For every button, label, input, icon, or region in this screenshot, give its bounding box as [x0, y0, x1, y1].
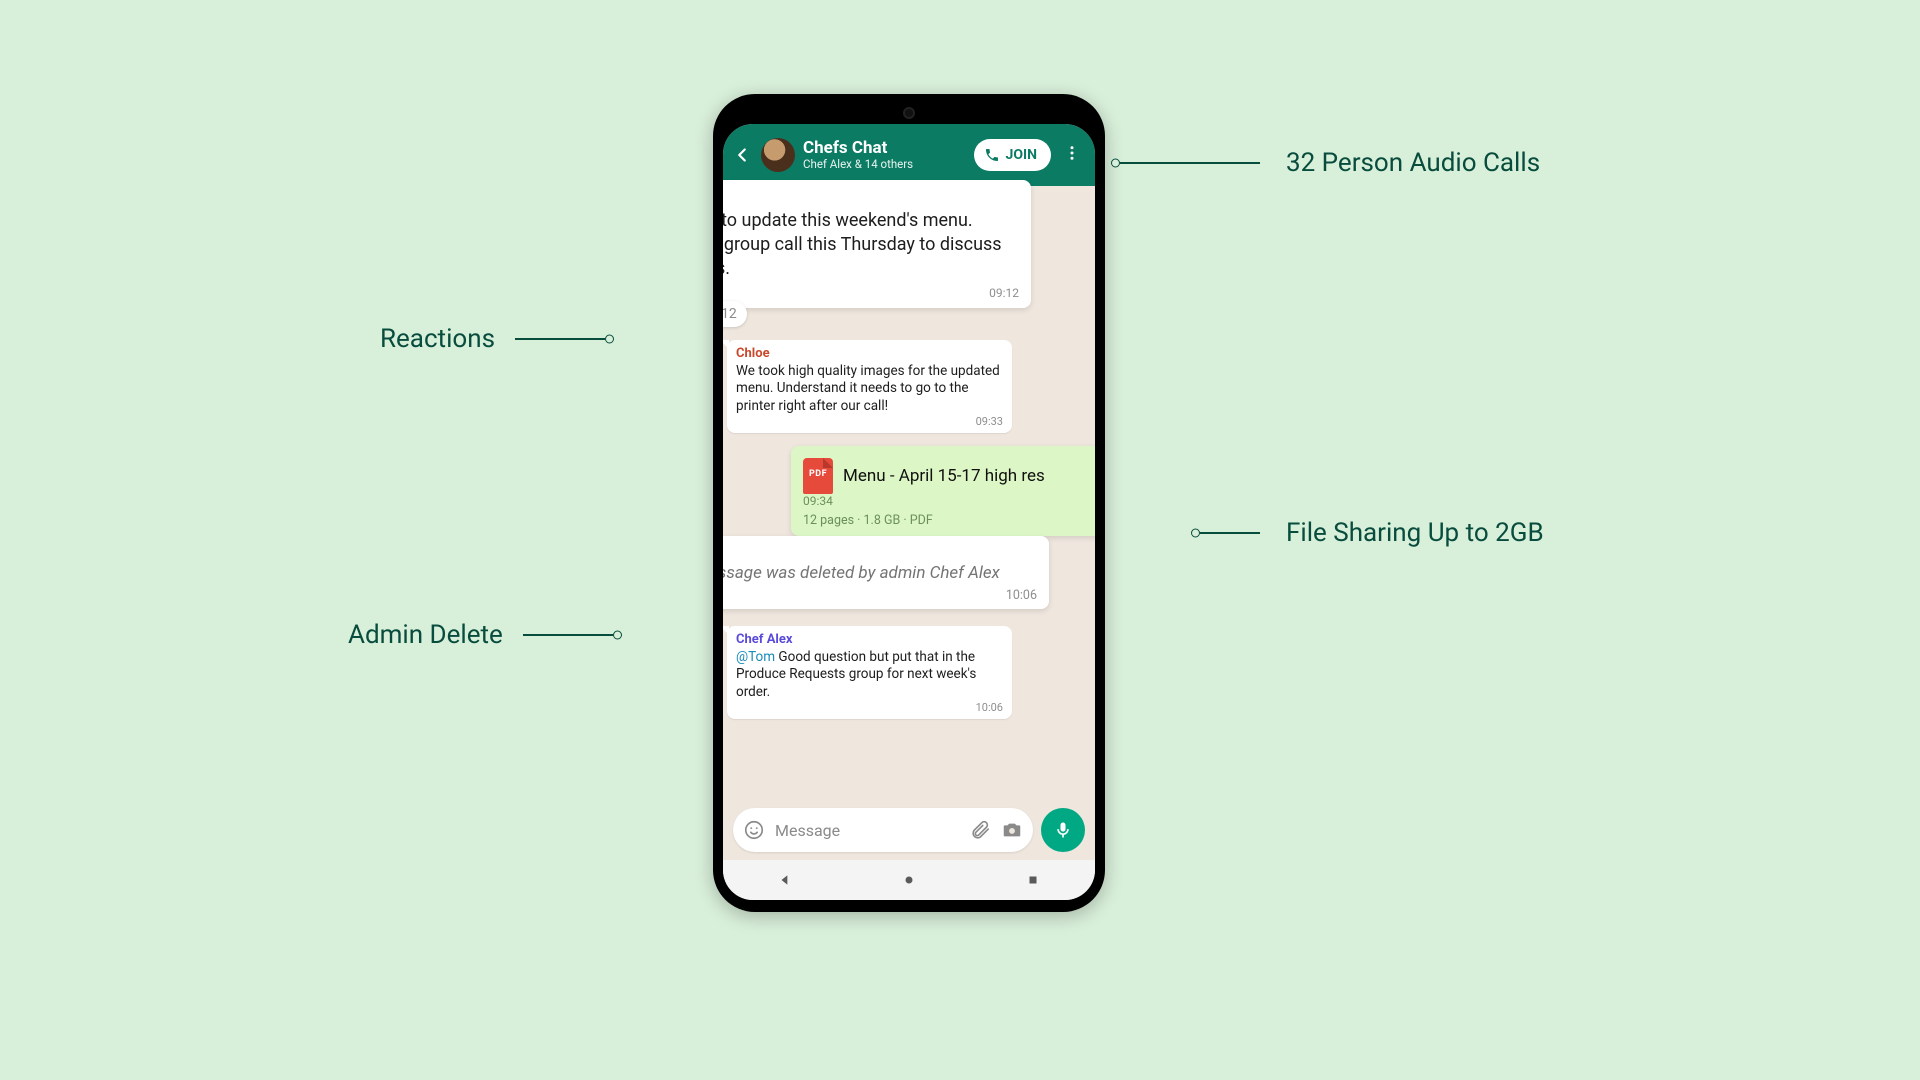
phone-icon	[984, 147, 1000, 163]
callout-file-sharing: File Sharing Up to 2GB	[1200, 518, 1544, 548]
nav-home-icon[interactable]	[902, 873, 916, 887]
message-time: 09:33	[976, 415, 1003, 428]
message-chef-alex-2[interactable]: Chef Alex @Tom Good question but put tha…	[727, 626, 1012, 719]
emoji-icon[interactable]	[743, 819, 765, 841]
message-body: @Tom Good question but put that in the P…	[736, 649, 1003, 701]
group-name: Chefs Chat	[803, 139, 966, 159]
message-sender: Tom	[723, 544, 1037, 560]
callout-line	[523, 634, 613, 636]
nav-back-icon[interactable]	[778, 873, 792, 887]
message-time: 09:12	[989, 286, 1019, 300]
callout-label: Admin Delete	[348, 620, 503, 650]
reaction-count: 12	[723, 306, 737, 322]
message-body: We took high quality images for the upda…	[736, 363, 1003, 415]
callout-line	[1120, 162, 1260, 164]
message-file-attachment[interactable]: Menu - April 15-17 high res 12 pages · 1…	[791, 446, 1095, 536]
mention[interactable]: @Tom	[736, 649, 775, 665]
callout-line	[1200, 532, 1260, 534]
callout-label: File Sharing Up to 2GB	[1286, 518, 1544, 548]
callout-label: Reactions	[380, 324, 495, 354]
more-menu-icon[interactable]	[1059, 140, 1085, 170]
deleted-text: This message was deleted by admin Chef A…	[723, 562, 1000, 584]
message-time: 09:34	[803, 494, 1095, 508]
pdf-file-icon	[803, 458, 833, 494]
message-chloe[interactable]: Chloe We took high quality images for th…	[727, 340, 1012, 433]
message-deleted[interactable]: Tom This message was deleted by admin Ch…	[723, 536, 1049, 609]
message-input-row: Message	[733, 808, 1085, 852]
message-sender: Chef Alex	[736, 632, 1003, 647]
android-nav-bar	[723, 860, 1095, 900]
nav-recent-icon[interactable]	[1026, 873, 1040, 887]
phone-frame: Chefs Chat Chef Alex & 14 others JOIN Ch…	[713, 94, 1105, 912]
message-sender: Chloe	[736, 346, 1003, 361]
file-meta: 12 pages · 1.8 GB · PDF	[803, 513, 933, 528]
callout-line	[515, 338, 605, 340]
message-input[interactable]: Message	[733, 808, 1033, 852]
message-body: Working to update this weekend's menu. E…	[723, 209, 1019, 284]
phone-screen: Chefs Chat Chef Alex & 14 others JOIN Ch…	[723, 124, 1095, 900]
attach-icon[interactable]	[969, 819, 991, 841]
callout-audio-calls: 32 Person Audio Calls	[1120, 148, 1540, 178]
message-time: 10:06	[976, 701, 1003, 714]
chat-body[interactable]: Chef Alex Working to update this weekend…	[723, 186, 1095, 818]
message-time: 10:06	[1006, 588, 1037, 603]
message-chef-alex-1[interactable]: Chef Alex Working to update this weekend…	[723, 180, 1031, 308]
header-titles[interactable]: Chefs Chat Chef Alex & 14 others	[803, 139, 966, 172]
camera-icon[interactable]	[1001, 819, 1023, 841]
microphone-icon	[1053, 820, 1073, 840]
message-reactions[interactable]: 👍 🙏 🙂 12	[723, 301, 747, 327]
voice-message-button[interactable]	[1041, 808, 1085, 852]
join-call-button[interactable]: JOIN	[974, 139, 1051, 171]
message-input-placeholder: Message	[775, 821, 959, 840]
group-avatar[interactable]	[761, 138, 795, 172]
callout-reactions: Reactions	[380, 324, 605, 354]
chat-header: Chefs Chat Chef Alex & 14 others JOIN	[723, 124, 1095, 186]
file-name: Menu - April 15-17 high res	[843, 466, 1045, 486]
phone-camera-icon	[903, 107, 915, 119]
callout-admin-delete: Admin Delete	[348, 620, 613, 650]
back-arrow-icon[interactable]	[731, 144, 753, 166]
message-sender: Chef Alex	[723, 189, 1019, 207]
join-call-label: JOIN	[1006, 147, 1037, 163]
callout-label: 32 Person Audio Calls	[1286, 148, 1540, 178]
group-subtitle: Chef Alex & 14 others	[803, 158, 966, 171]
